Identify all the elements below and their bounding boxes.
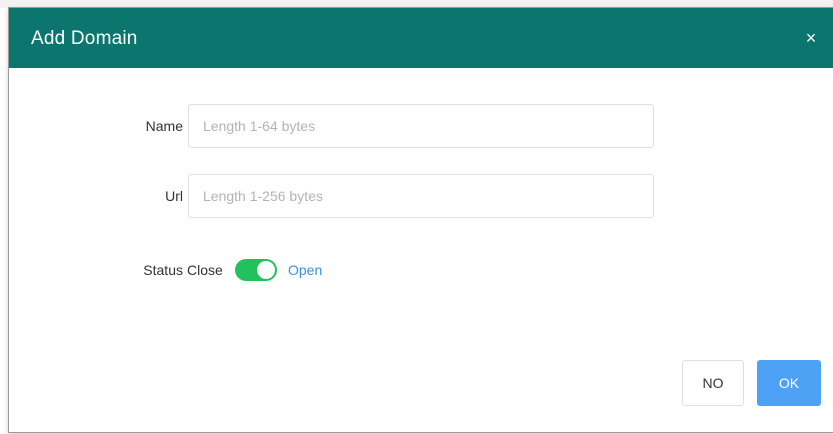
dialog-header: Add Domain × [9, 8, 833, 68]
status-toggle[interactable] [235, 259, 277, 281]
url-label: Url [165, 188, 183, 204]
dialog-title: Add Domain [31, 28, 138, 49]
add-domain-dialog: Add Domain × Name Url Status Close Open … [9, 8, 833, 432]
status-on-label: Open [288, 262, 323, 278]
status-row: Status Close Open [9, 258, 833, 282]
url-row: Url [9, 174, 833, 218]
status-label: Status [143, 262, 183, 278]
name-input[interactable] [188, 104, 654, 148]
background-page [0, 0, 833, 8]
close-icon[interactable]: × [801, 28, 821, 48]
toggle-knob [257, 261, 275, 279]
page: Add Domain × Name Url Status Close Open … [0, 0, 833, 434]
url-input[interactable] [188, 174, 654, 218]
status-off-label: Close [187, 262, 223, 278]
name-row: Name [9, 104, 833, 148]
ok-button[interactable]: OK [757, 360, 821, 406]
no-button[interactable]: NO [682, 360, 744, 406]
name-label: Name [145, 118, 183, 134]
